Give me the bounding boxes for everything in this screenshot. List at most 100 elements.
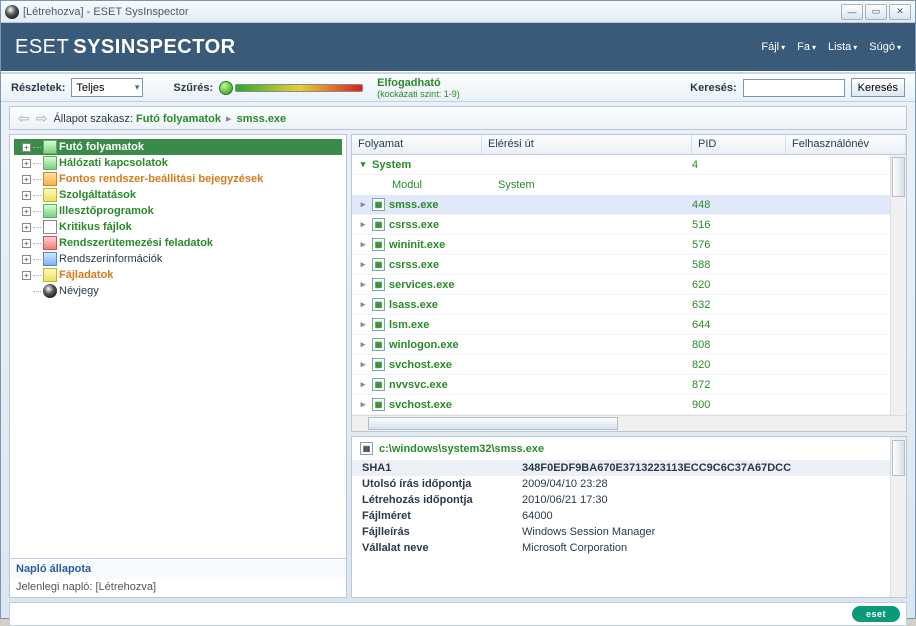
tree-item[interactable]: +Hálózati kapcsolatok [14, 155, 342, 171]
detail-row: Utolsó írás időpontja2009/04/10 23:28 [352, 476, 906, 492]
category-icon [43, 188, 57, 202]
detail-key: Létrehozás időpontja [362, 494, 522, 506]
tree-item[interactable]: +Szolgáltatások [14, 187, 342, 203]
chevron-right-icon[interactable]: ▸ [358, 339, 368, 350]
process-name: lsm.exe [389, 319, 429, 331]
process-pid: 900 [692, 399, 786, 411]
tree-label: Kritikus fájlok [59, 221, 132, 233]
tree-item[interactable]: +Illesztőprogramok [14, 203, 342, 219]
menubar: Fájl Fa Lista Súgó [761, 41, 901, 53]
tree-item[interactable]: + Kritikus fájlok [14, 219, 342, 235]
chevron-right-icon[interactable]: ▸ [358, 319, 368, 330]
scrollbar-thumb[interactable] [368, 417, 618, 430]
detail-value: Windows Session Manager [522, 526, 655, 538]
breadcrumb-seg2[interactable]: smss.exe [237, 113, 287, 125]
tree-item[interactable]: +Futó folyamatok [14, 139, 342, 155]
process-row[interactable]: ▸▦svchost.exe900 [352, 395, 906, 415]
category-icon [43, 284, 57, 298]
log-body: Jelenlegi napló: [Létrehozva] [10, 579, 346, 597]
scrollbar-thumb[interactable] [892, 157, 905, 197]
chevron-right-icon[interactable]: ▸ [358, 239, 368, 250]
process-pid: 448 [692, 199, 786, 211]
expand-icon[interactable]: + [22, 159, 31, 168]
app-icon [5, 5, 19, 19]
process-row[interactable]: ▸▦lsm.exe644 [352, 315, 906, 335]
grid-hscroll[interactable] [352, 415, 906, 431]
col-user[interactable]: Felhasználónév [786, 135, 906, 154]
breadcrumb: Állapot szakasz: Futó folyamatok ▸ smss.… [53, 112, 286, 125]
process-row[interactable]: ▸▦svchost.exe820 [352, 355, 906, 375]
process-row[interactable]: ▸▦lsass.exe632 [352, 295, 906, 315]
nav-forward-icon[interactable]: ⇨ [36, 110, 48, 127]
process-icon: ▦ [372, 398, 385, 411]
tree-item[interactable]: + Fontos rendszer-beállítási bejegyzések [14, 171, 342, 187]
menu-file[interactable]: Fájl [761, 41, 785, 53]
process-row[interactable]: ▸▦nvvsvc.exe872 [352, 375, 906, 395]
col-process[interactable]: Folyamat [352, 135, 482, 154]
menu-list[interactable]: Lista [828, 41, 857, 53]
expand-icon[interactable]: + [22, 271, 31, 280]
process-row[interactable]: ▸▦wininit.exe576 [352, 235, 906, 255]
process-name: wininit.exe [389, 239, 445, 251]
risk-slider[interactable] [219, 81, 363, 95]
expand-icon[interactable]: + [22, 255, 31, 264]
detail-vscroll[interactable] [890, 437, 906, 597]
chevron-right-icon[interactable]: ▸ [358, 379, 368, 390]
chevron-right-icon[interactable]: ▸ [358, 199, 368, 210]
grid-vscroll[interactable] [890, 155, 906, 415]
module-row[interactable]: ModulSystem [352, 175, 906, 195]
chevron-right-icon[interactable]: ▸ [358, 299, 368, 310]
minimize-button[interactable]: — [841, 4, 863, 20]
maximize-button[interactable]: ▭ [865, 4, 887, 20]
breadcrumb-seg1[interactable]: Futó folyamatok [136, 113, 221, 125]
tree-item[interactable]: Névjegy [14, 283, 342, 299]
process-row[interactable]: ▸▦winlogon.exe808 [352, 335, 906, 355]
expand-icon[interactable]: + [22, 175, 31, 184]
process-row-system[interactable]: ▾System4 [352, 155, 906, 175]
chevron-right-icon[interactable]: ▸ [358, 219, 368, 230]
detail-value: Microsoft Corporation [522, 542, 627, 554]
scrollbar-thumb[interactable] [892, 440, 905, 476]
expand-icon[interactable]: + [22, 143, 31, 152]
expand-icon[interactable]: + [22, 239, 31, 248]
process-pid: 588 [692, 259, 786, 271]
process-pid: 632 [692, 299, 786, 311]
chevron-right-icon[interactable]: ▸ [358, 259, 368, 270]
col-path[interactable]: Elérési út [482, 135, 692, 154]
expand-icon[interactable]: + [22, 191, 31, 200]
slider-track[interactable] [235, 84, 363, 92]
close-button[interactable]: ✕ [889, 4, 911, 20]
detail-row: Vállalat neveMicrosoft Corporation [352, 540, 906, 556]
chevron-right-icon[interactable]: ▸ [358, 279, 368, 290]
detail-dropdown[interactable]: Teljes [71, 78, 143, 97]
process-icon: ▦ [372, 198, 385, 211]
chevron-right-icon[interactable]: ▸ [358, 359, 368, 370]
detail-value: 348F0EDF9BA670E3713223113ECC9C6C37A67DCC [522, 462, 791, 474]
expand-icon[interactable]: + [22, 223, 31, 232]
tree-item[interactable]: +Rendszerütemezési feladatok [14, 235, 342, 251]
module-path: System [498, 179, 708, 191]
tree-label: Fontos rendszer-beállítási bejegyzések [59, 173, 263, 185]
process-row[interactable]: ▸▦csrss.exe588 [352, 255, 906, 275]
process-pid: 872 [692, 379, 786, 391]
process-row[interactable]: ▸▦services.exe620 [352, 275, 906, 295]
chevron-right-icon[interactable]: ▸ [358, 399, 368, 410]
search-button[interactable]: Keresés [851, 78, 905, 97]
menu-help[interactable]: Súgó [869, 41, 901, 53]
chevron-down-icon[interactable]: ▾ [358, 159, 368, 170]
tree-item[interactable]: +Rendszerinformációk [14, 251, 342, 267]
category-icon [43, 204, 57, 218]
expand-icon[interactable]: + [22, 207, 31, 216]
slider-thumb-icon[interactable] [219, 81, 233, 95]
nav-back-icon[interactable]: ⇦ [18, 110, 30, 127]
process-pid: 644 [692, 319, 786, 331]
process-icon: ▦ [372, 358, 385, 371]
menu-tree[interactable]: Fa [797, 41, 816, 53]
search-input[interactable] [743, 79, 845, 97]
process-row[interactable]: ▸▦smss.exe448 [352, 195, 906, 215]
col-pid[interactable]: PID [692, 135, 786, 154]
tree-item[interactable]: +Fájladatok [14, 267, 342, 283]
toolbar: Részletek: Teljes Szűrés: Elfogadható (k… [1, 74, 915, 102]
process-name: svchost.exe [389, 359, 452, 371]
process-row[interactable]: ▸▦csrss.exe516 [352, 215, 906, 235]
